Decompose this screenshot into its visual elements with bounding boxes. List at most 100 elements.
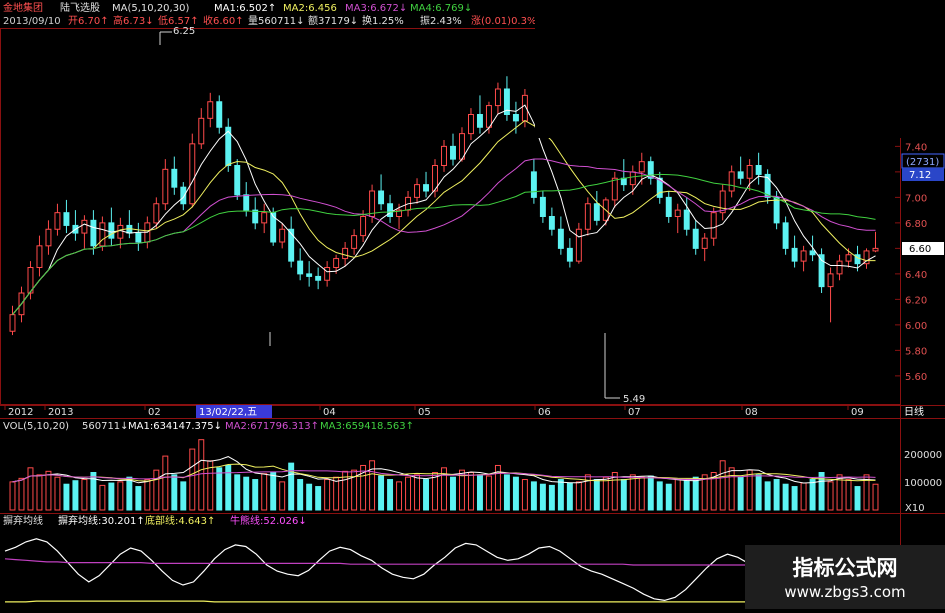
ma30-line [12, 173, 876, 316]
volume-bar-up [189, 448, 196, 511]
open-price: 开6.70↑ [68, 16, 109, 27]
vol-label: VOL(5,10,20) [3, 421, 69, 432]
volume-bar-down [503, 474, 510, 511]
candle-down [809, 250, 816, 256]
ma4-value: MA4:6.769↓ [410, 3, 472, 14]
candle-up [342, 247, 349, 260]
candle-down [387, 203, 394, 217]
candle-down [755, 165, 762, 175]
candle-up [261, 212, 268, 224]
price-tick-label: 6.80 [905, 219, 927, 230]
candle-down [683, 209, 690, 230]
price-tick-label: 6.20 [905, 295, 927, 306]
volume-bar-down [512, 476, 519, 511]
date-tick-label: 09 [851, 407, 864, 418]
date-tick-label: 05 [418, 407, 431, 418]
low-marker-label: 5.49 [623, 394, 645, 405]
volume-bar-down [243, 476, 250, 511]
volume-bar-up [575, 481, 582, 511]
candle-down [530, 171, 537, 198]
candle-up [836, 260, 843, 275]
volume-bar-up [467, 472, 474, 511]
volume-bar-down [665, 483, 672, 511]
volume-bar-up [153, 469, 160, 511]
current-price: 6.60 [909, 244, 931, 255]
cursor-date: 13/02/22,五 [199, 407, 257, 418]
candle-down [423, 184, 429, 192]
candle-up [351, 235, 358, 249]
price-tick-label: 7.40 [905, 142, 927, 153]
candle-down [252, 209, 259, 224]
volume-bar-down [809, 479, 816, 511]
volume-bar-down [108, 482, 115, 511]
candle-down [108, 222, 115, 239]
candle-up [153, 203, 160, 224]
price-tick-label: 6.40 [905, 270, 927, 281]
volume-bar-down [72, 480, 79, 511]
volume-bar-up [845, 479, 852, 511]
volume-bar-up [261, 473, 268, 511]
quote-date: 2013/09/10 [3, 16, 61, 27]
volume-bar-up [9, 481, 16, 511]
volume-bar-down [423, 479, 429, 511]
candle-up [333, 258, 340, 269]
candle-down [548, 216, 555, 230]
volume-bar-up [45, 470, 52, 511]
date-axis: 2012 2013 02 04 05 06 07 08 09 [4, 405, 864, 418]
volume-bar-down [692, 476, 699, 511]
watermark-box: 指标公式网 www.zbgs3.com [745, 545, 945, 609]
candle-up [674, 209, 681, 217]
candle-down [171, 168, 178, 188]
period-label[interactable]: 日线 [904, 405, 924, 418]
volume-bar-down [764, 481, 771, 511]
candle-up [117, 224, 124, 239]
volume-bar-down [656, 481, 663, 511]
volume-bar-up [638, 476, 645, 511]
candle-up [99, 222, 106, 247]
volume-bar-down [180, 481, 187, 511]
ref-code: (2731) [906, 157, 939, 168]
price-tick-label: 5.60 [905, 372, 927, 383]
candle-up [494, 88, 501, 107]
candle-up [207, 101, 214, 119]
candle-up [701, 237, 708, 249]
price-tick-label: 7.00 [905, 193, 927, 204]
formula-name: 陆飞选股 [60, 1, 100, 14]
candle-down [692, 228, 699, 249]
volume-bar-down [854, 486, 861, 511]
candle-up [746, 165, 753, 179]
volume-bar-down [737, 476, 744, 511]
volume-bar-up [827, 481, 834, 511]
vol-value: 560711↓ [82, 421, 129, 432]
high-price: 高6.73↓ [113, 14, 154, 27]
volume-bar-down [90, 472, 97, 511]
volume-bar-down [773, 479, 780, 511]
volume-bar-up [99, 484, 106, 511]
volume-axis: 200000 100000 [904, 450, 942, 489]
candle-up [728, 171, 735, 192]
volume-bar-down [566, 482, 573, 511]
volume-bar-up [521, 479, 528, 511]
candle-up [198, 117, 205, 145]
ind-line1: 摒弃均线:30.201↑ [58, 514, 145, 527]
volume-bar-down [270, 472, 277, 511]
candle-down [135, 232, 142, 243]
volume-bar-down [539, 483, 546, 511]
volume-bar-down [225, 464, 232, 511]
ref-price: 7.12 [909, 170, 931, 181]
volume-bar-down [63, 483, 70, 511]
candle-up [872, 247, 879, 252]
candle-down [180, 186, 187, 205]
candle-down [297, 260, 304, 275]
candle-down [378, 190, 385, 205]
date-tick-label: 07 [628, 407, 641, 418]
date-tick-label: 02 [148, 407, 161, 418]
candle-up [36, 245, 43, 268]
vol-ma1: MA1:634147.375↓ [128, 421, 222, 432]
candle-down [315, 275, 322, 281]
amount-value: 额37179↓ [308, 14, 358, 27]
price-tick-label: 6.00 [905, 321, 927, 332]
volume-bar-up [18, 477, 25, 511]
candle-down [773, 196, 780, 224]
volume-bar-up [324, 479, 331, 511]
